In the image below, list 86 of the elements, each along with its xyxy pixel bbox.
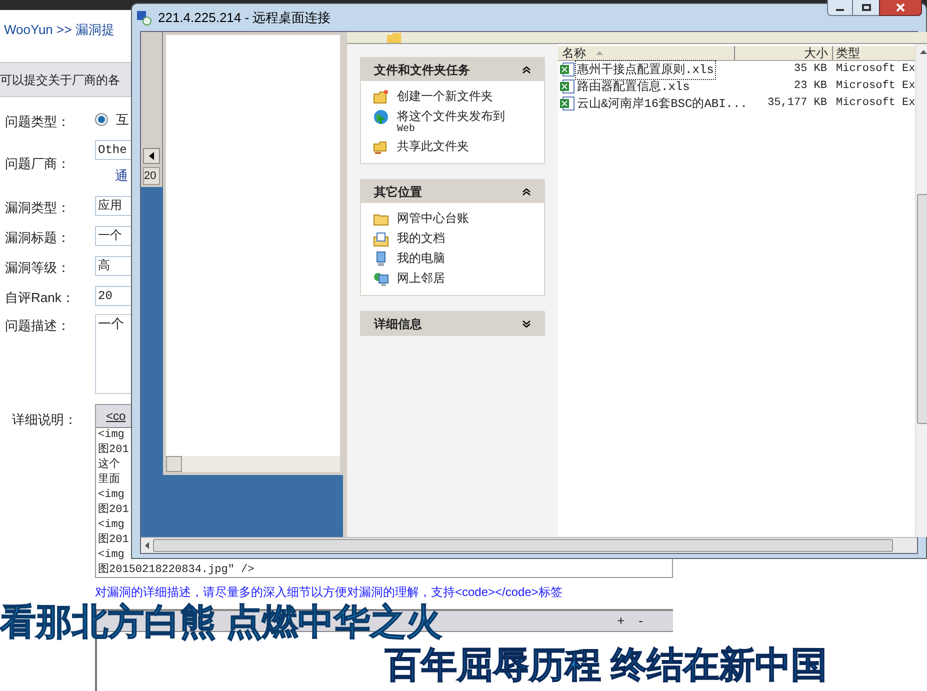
code-line: <img <box>98 518 124 533</box>
radio-label: 互 <box>116 111 129 129</box>
horizontal-scrollbar[interactable] <box>141 537 917 553</box>
code-line: 图201 <box>98 443 129 458</box>
column-header[interactable]: 类型 <box>833 46 916 60</box>
code-line: 这个 <box>98 458 120 473</box>
field-label: 漏洞类型： <box>5 200 70 215</box>
toolbar-link[interactable]: <co <box>106 407 126 425</box>
sort-up-icon <box>596 51 603 55</box>
task-link[interactable]: 网上邻居 <box>397 271 445 286</box>
file-size: 35 KB <box>792 62 828 78</box>
file-name[interactable]: 惠州干接点配置原则.xls <box>576 60 715 78</box>
breadcrumb-link[interactable]: WooYun >> <box>4 20 72 40</box>
field-label: 问题厂商： <box>5 156 70 171</box>
field-label: 漏洞标题： <box>5 230 70 245</box>
field-label: 详细说明： <box>12 412 77 427</box>
task-link[interactable]: Web <box>397 124 505 135</box>
task-link[interactable]: 我的文档 <box>397 231 445 246</box>
file-type: Microsoft Ex <box>835 62 916 78</box>
panel-header[interactable]: 文件和文件夹任务 <box>361 58 544 81</box>
spreadsheet-icon <box>560 79 575 94</box>
spreadsheet-icon <box>560 96 575 111</box>
field-label: 问题类型： <box>5 114 70 129</box>
overlay-slogan: 百年屈辱历程 终结在新中国 <box>385 643 828 687</box>
textarea-field[interactable]: 一个 <box>95 314 131 394</box>
info-banner: 可以提交关于厂商的各 <box>0 62 131 97</box>
file-name[interactable]: 云山&河南岸16套BSC的ABI... <box>576 94 748 112</box>
minimize-button[interactable] <box>827 0 853 16</box>
code-line: <img <box>98 428 124 443</box>
file-type: Microsoft Ex <box>835 79 916 94</box>
field-label: 自评Rank： <box>5 290 74 305</box>
expand-icon <box>522 320 531 328</box>
documents-folder-icon <box>373 231 389 247</box>
maximize-button[interactable] <box>853 0 879 16</box>
panel-header[interactable]: 其它位置 <box>361 180 544 203</box>
file-size: 23 KB <box>792 79 828 94</box>
code-line: 图201 <box>98 503 129 518</box>
input-field[interactable]: 一个 <box>95 226 131 246</box>
task-link[interactable]: 创建一个新文件夹 <box>397 89 493 104</box>
vertical-scrollbar[interactable] <box>915 44 927 537</box>
shared-folder-icon <box>373 139 389 155</box>
input-field[interactable]: 20 <box>95 286 131 306</box>
breadcrumb-page[interactable]: 漏洞提 <box>76 20 115 40</box>
field-label: 问题描述： <box>5 318 70 333</box>
select-field[interactable]: 应用 <box>95 196 131 216</box>
code-line: <img <box>98 548 124 563</box>
field-label: 漏洞等级： <box>5 260 70 275</box>
panel-title: 详细信息 <box>374 316 422 332</box>
hint-text: 对漏洞的详细描述，请尽量多的深入细节以方便对漏洞的理解，支持<code></code>标签 <box>95 585 562 599</box>
network-computer-icon <box>373 271 389 287</box>
file-type: Microsoft Ex <box>835 96 916 112</box>
radio-button[interactable] <box>95 113 108 126</box>
zoom-button[interactable]: + <box>617 611 625 631</box>
column-header[interactable]: 大小 <box>735 46 833 60</box>
folder-icon <box>373 89 389 105</box>
task-link[interactable]: 将这个文件夹发布到 <box>397 109 505 124</box>
close-button[interactable] <box>879 0 922 16</box>
collapse-icon <box>522 66 531 74</box>
status-text: 20 <box>143 167 160 185</box>
zoom-button[interactable]: - <box>638 611 643 631</box>
select-field[interactable]: 高 <box>95 256 131 276</box>
file-name[interactable]: 路由器配置信息.xls <box>576 78 691 96</box>
remote-desktop-icon <box>136 10 152 26</box>
task-link[interactable]: 网管中心台账 <box>397 211 469 226</box>
panel-title: 文件和文件夹任务 <box>374 62 470 78</box>
left-arrow-icon <box>149 152 154 160</box>
left-arrow-icon <box>145 542 149 549</box>
task-link[interactable]: 我的电脑 <box>397 251 445 266</box>
collapse-icon <box>522 188 531 196</box>
horizontal-scrollbar[interactable] <box>166 456 340 472</box>
link[interactable]: 通 <box>115 166 128 186</box>
panel-title: 其它位置 <box>374 184 422 200</box>
input-field[interactable]: Othe <box>95 140 131 160</box>
code-line: 图201 <box>98 533 129 548</box>
close-icon <box>896 2 905 12</box>
globe-icon <box>373 109 389 125</box>
column-header[interactable]: 名称 <box>558 46 735 60</box>
code-line: 图20150218220834.jpg" /> <box>98 563 254 578</box>
code-line: <img <box>98 488 124 503</box>
panel-header[interactable]: 详细信息 <box>361 312 544 335</box>
task-link[interactable]: 共享此文件夹 <box>397 139 469 154</box>
window-title: 221.4.225.214 - 远程桌面连接 <box>158 8 331 27</box>
scroll-left-button[interactable] <box>143 148 160 164</box>
code-line: 里面 <box>98 473 120 488</box>
spreadsheet-icon <box>560 62 575 77</box>
up-arrow-icon <box>920 50 927 54</box>
